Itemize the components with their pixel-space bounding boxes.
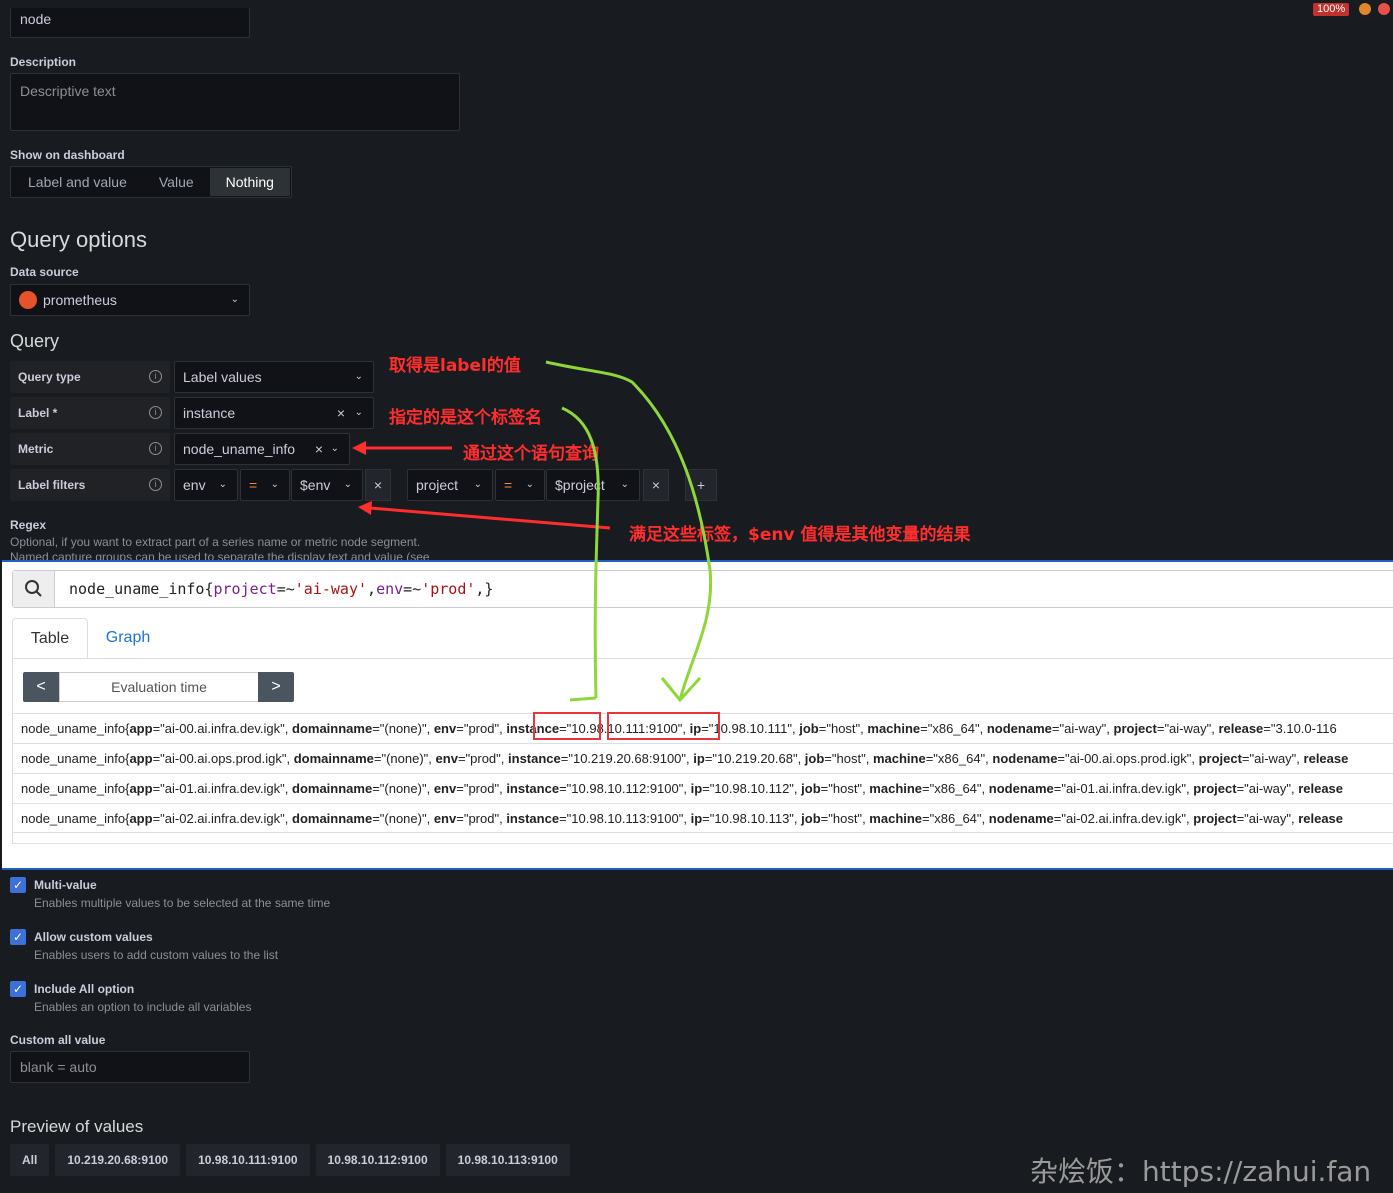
preview-value: 10.98.10.111:9100 [186,1144,310,1176]
include-all-desc: Enables an option to include all variabl… [34,1000,252,1014]
preview-value: 10.219.20.68:9100 [55,1144,181,1176]
preview-values: All 10.219.20.68:9100 10.98.10.111:9100 … [10,1144,570,1176]
include-all-checkbox[interactable]: ✓ [10,981,26,997]
custom-all-label: Custom all value [10,1033,106,1047]
include-all-label: Include All option [34,982,135,996]
preview-title: Preview of values [10,1117,144,1136]
preview-value: 10.98.10.112:9100 [315,1144,440,1176]
allow-custom-values-label: Allow custom values [34,930,153,944]
allow-custom-values-checkbox[interactable]: ✓ [10,929,26,945]
multi-value-desc: Enables multiple values to be selected a… [34,896,331,910]
preview-value: 10.98.10.113:9100 [445,1144,570,1176]
annotation-arrows [352,360,713,703]
multi-value-label: Multi-value [34,878,97,892]
allow-custom-values-desc: Enables users to add custom values to th… [34,948,279,962]
multi-value-checkbox[interactable]: ✓ [10,877,26,893]
preview-value: All [10,1144,50,1176]
custom-all-input[interactable]: blank = auto [10,1051,250,1083]
watermark: 杂烩饭：https://zahui.fan [1030,1155,1372,1188]
custom-all-placeholder: blank = auto [20,1059,97,1075]
